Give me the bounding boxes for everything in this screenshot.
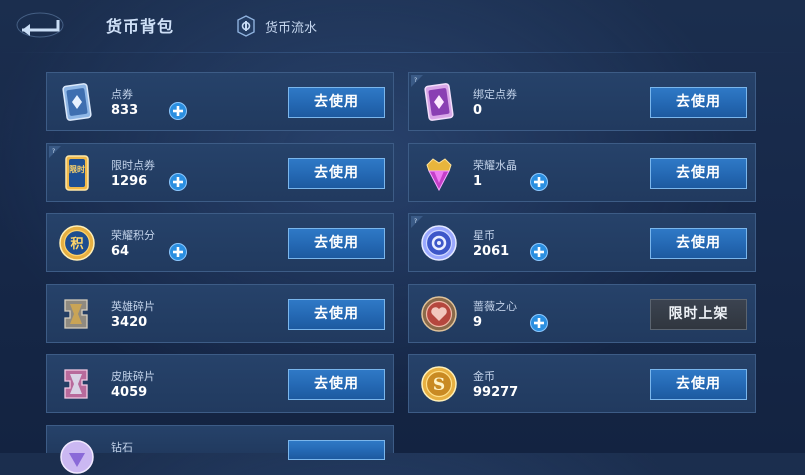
use-button[interactable]: 去使用 xyxy=(650,158,747,189)
currency-card-skin-fragment: 皮肤碎片 4059 去使用 xyxy=(46,354,394,413)
add-icon[interactable] xyxy=(529,172,549,192)
currency-value: 2061 xyxy=(473,244,510,259)
currency-card-gold-coin: S 金币 99277 去使用 xyxy=(408,354,756,413)
currency-name: 英雄碎片 xyxy=(111,300,155,313)
add-icon[interactable] xyxy=(168,242,188,262)
currency-card-glory-crystal: 荣耀水晶 1 去使用 xyxy=(408,143,756,202)
hero-fragment-icon xyxy=(64,299,88,329)
currency-name: 点券 xyxy=(111,88,133,101)
svg-text:?: ? xyxy=(414,218,417,225)
gold-coin-icon: S xyxy=(421,366,457,402)
ticket-card-icon xyxy=(62,83,92,121)
limited-label: 限时 xyxy=(69,164,85,174)
header-divider xyxy=(0,52,805,53)
skin-fragment-icon xyxy=(64,369,88,399)
currency-flow-label: 货币流水 xyxy=(265,20,318,36)
use-button[interactable]: 去使用 xyxy=(288,369,385,400)
use-button[interactable]: 去使用 xyxy=(288,299,385,330)
svg-text:?: ? xyxy=(414,77,417,84)
use-button[interactable]: 去使用 xyxy=(288,228,385,259)
diamond-icon xyxy=(60,440,94,474)
currency-name: 荣耀积分 xyxy=(111,229,155,242)
currency-value: 0 xyxy=(473,103,483,118)
currency-name: 金币 xyxy=(473,370,495,383)
use-button[interactable] xyxy=(288,440,385,460)
currency-name: 星币 xyxy=(473,229,495,242)
add-icon[interactable] xyxy=(168,101,188,121)
currency-name: 绑定点券 xyxy=(473,88,517,101)
currency-value: 99277 xyxy=(473,385,519,400)
svg-text:?: ? xyxy=(52,148,55,155)
page-title: 货币背包 xyxy=(106,17,175,36)
currency-card-ticket: 点券 833 去使用 xyxy=(46,72,394,131)
add-icon[interactable] xyxy=(529,313,549,333)
currency-card-star-coin: ? 星币 2061 去使用 xyxy=(408,213,756,272)
currency-card-glory-points: 积 荣耀积分 64 去使用 xyxy=(46,213,394,272)
use-button[interactable]: 去使用 xyxy=(650,228,747,259)
currency-card-rose-heart: 蔷薇之心 9 限时上架 xyxy=(408,284,756,343)
currency-flow-icon xyxy=(237,15,255,37)
currency-card-limited-ticket: ? 限时 限时点券 1296 去使用 xyxy=(46,143,394,202)
limited-ticket-card-icon: 限时 xyxy=(65,155,89,191)
currency-card-diamond: 钻石 xyxy=(46,425,394,474)
currency-value: 4059 xyxy=(111,385,148,400)
glory-points-coin-icon: 积 xyxy=(59,225,95,261)
top-bar: 货币背包 货币流水 xyxy=(0,0,805,52)
currency-value: 9 xyxy=(473,315,483,330)
currency-value: 64 xyxy=(111,244,130,259)
add-icon[interactable] xyxy=(168,172,188,192)
gold-coin-glyph: S xyxy=(433,375,445,395)
back-arrow-icon[interactable] xyxy=(16,12,64,38)
currency-name: 皮肤碎片 xyxy=(111,370,155,383)
currency-value: 3420 xyxy=(111,315,148,330)
currency-flow-link[interactable]: 货币流水 xyxy=(236,14,317,38)
limited-time-button: 限时上架 xyxy=(650,299,747,330)
currency-name: 蔷薇之心 xyxy=(473,300,517,313)
use-button[interactable]: 去使用 xyxy=(288,87,385,118)
use-button[interactable]: 去使用 xyxy=(650,369,747,400)
points-glyph: 积 xyxy=(70,236,83,252)
currency-card-hero-fragment: 英雄碎片 3420 去使用 xyxy=(46,284,394,343)
rose-heart-icon xyxy=(421,296,457,332)
currency-card-bound-ticket: ? 绑定点券 0 去使用 xyxy=(408,72,756,131)
bound-ticket-card-icon xyxy=(424,83,454,121)
currency-name: 限时点券 xyxy=(111,159,155,172)
currency-name: 荣耀水晶 xyxy=(473,159,517,172)
star-coin-icon xyxy=(421,225,457,261)
use-button[interactable]: 去使用 xyxy=(650,87,747,118)
currency-value: 833 xyxy=(111,103,139,118)
add-icon[interactable] xyxy=(529,242,549,262)
currency-value: 1296 xyxy=(111,174,148,189)
use-button[interactable]: 去使用 xyxy=(288,158,385,189)
glory-crystal-icon xyxy=(426,158,452,192)
currency-value: 1 xyxy=(473,174,483,189)
